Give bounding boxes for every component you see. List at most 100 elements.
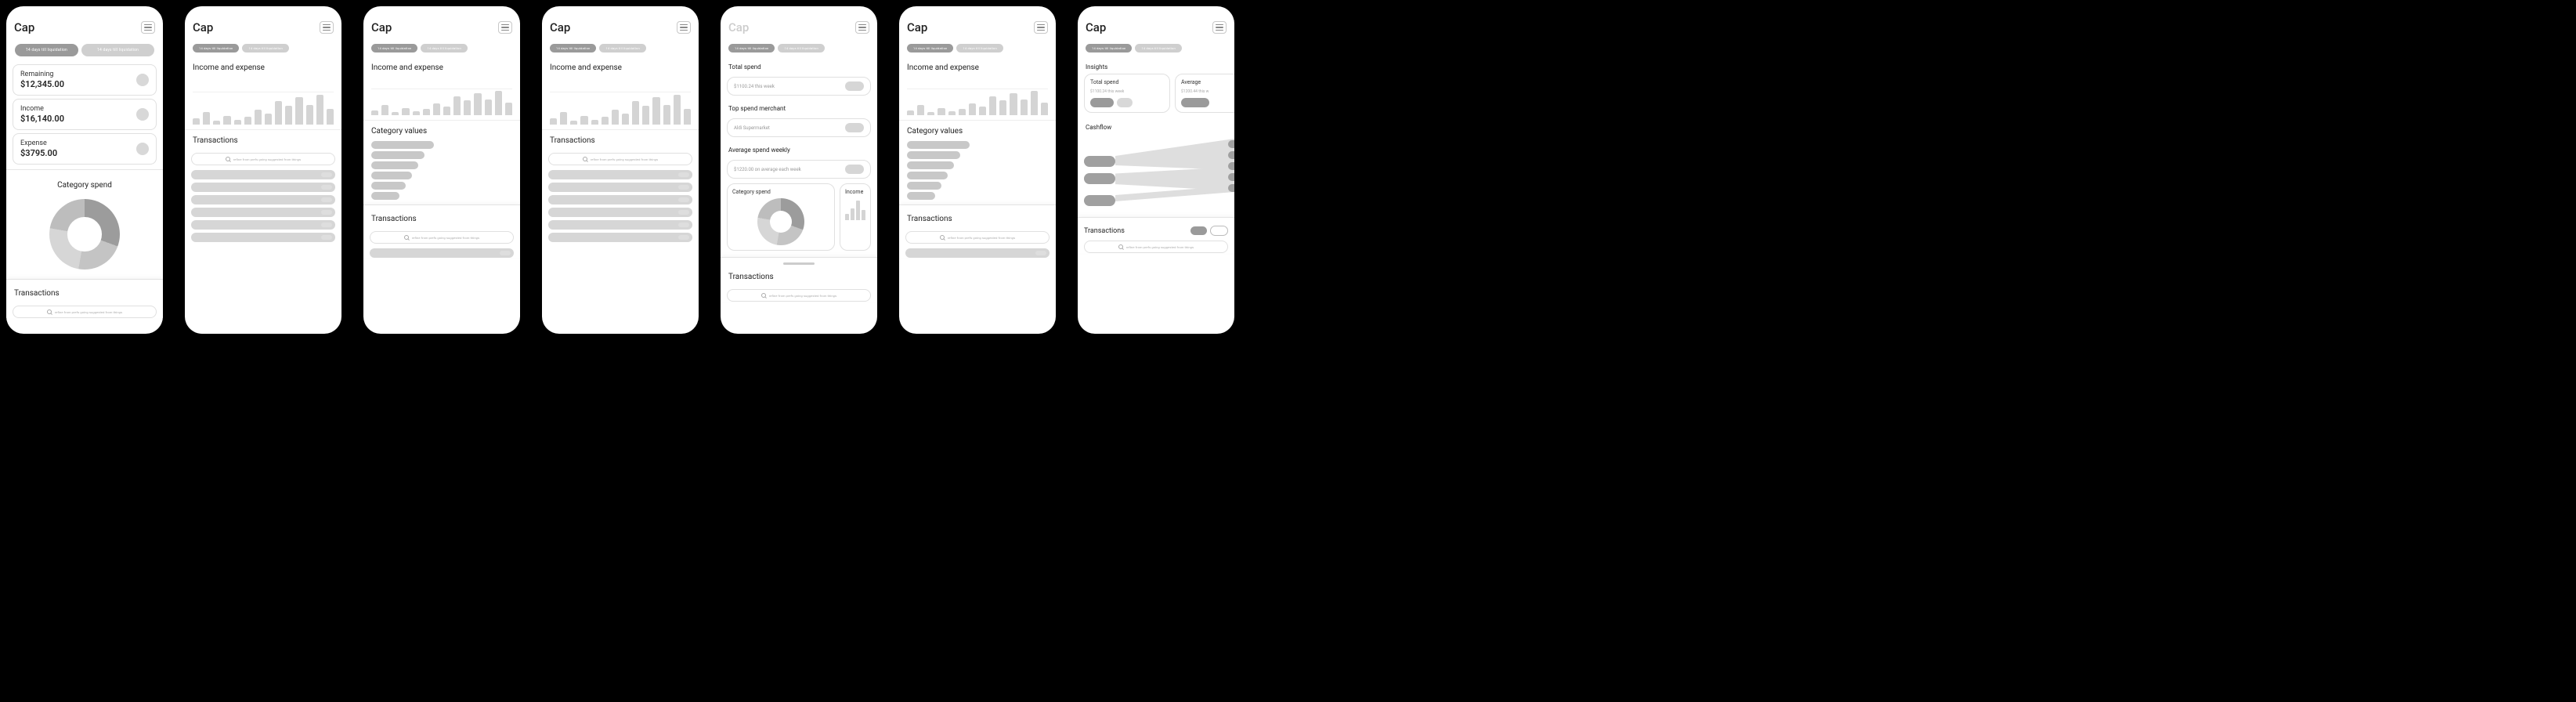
insight-chip[interactable] (1117, 98, 1133, 107)
tab-row: 14 days till liquidation 14 days till li… (1078, 39, 1234, 57)
tab-a[interactable]: 14 days till liquidation (907, 44, 953, 52)
menu-icon[interactable] (141, 21, 155, 34)
row-action-chip[interactable] (845, 123, 864, 132)
transaction-row[interactable] (548, 220, 692, 230)
category-bar[interactable] (907, 151, 960, 159)
search-placeholder: refine from prefs going suggested from t… (1126, 245, 1194, 249)
insight-cards[interactable]: Total spend $1100.24 this week Average $… (1078, 74, 1234, 113)
summary-card-income[interactable]: Income $16,140.00 (13, 99, 157, 130)
transaction-row[interactable] (905, 248, 1050, 258)
category-bar[interactable] (907, 161, 954, 169)
menu-icon[interactable] (855, 21, 869, 34)
bar-chart[interactable] (363, 75, 520, 121)
card-label: Income (20, 105, 64, 113)
category-bar[interactable] (371, 151, 425, 159)
category-bar[interactable] (371, 182, 406, 190)
row-value: Aldi Supermarket (734, 125, 770, 131)
search-input[interactable]: refine from prefs going suggested from t… (13, 306, 157, 318)
menu-icon[interactable] (677, 21, 691, 34)
header: Cap (6, 6, 163, 39)
tab-a[interactable]: 14 days till liquidation (1086, 44, 1132, 52)
transaction-row[interactable] (370, 248, 514, 258)
insight-card-average[interactable]: Average $1200.44 this w (1175, 74, 1234, 113)
toggle-pill-on[interactable] (1190, 226, 1207, 235)
panel-category-spend[interactable]: Category spend (727, 183, 835, 251)
header: Cap (363, 6, 520, 39)
bar-chart[interactable] (542, 75, 699, 130)
row-action-chip[interactable] (845, 165, 864, 174)
category-bar[interactable] (371, 141, 434, 149)
category-bar[interactable] (907, 172, 948, 179)
search-input[interactable]: refine from prefs going suggested from t… (548, 153, 692, 165)
insight-chip[interactable] (1090, 98, 1114, 107)
tab-b[interactable]: 14 days till liquidation (599, 44, 645, 52)
transactions-title: Transactions (1084, 227, 1187, 235)
sankey-dest (1228, 162, 1234, 170)
sankey-dest (1228, 151, 1234, 159)
search-input[interactable]: refine from prefs going suggested from t… (905, 231, 1050, 244)
category-bar[interactable] (371, 192, 399, 200)
sankey-chart[interactable] (1084, 139, 1234, 209)
tab-b[interactable]: 14 days till liquidation (81, 44, 154, 56)
transaction-row[interactable] (191, 220, 335, 230)
transaction-row[interactable] (191, 195, 335, 204)
bar-chart[interactable] (899, 75, 1056, 121)
transactions-title: Transactions (721, 266, 877, 284)
panel-income[interactable]: Income (840, 183, 871, 251)
row-action-chip[interactable] (845, 81, 864, 91)
search-input[interactable]: refine from prefs going suggested from t… (370, 231, 514, 244)
sankey-source (1084, 173, 1115, 184)
category-bar[interactable] (371, 161, 418, 169)
sankey-dest (1228, 184, 1234, 192)
menu-icon[interactable] (1212, 21, 1227, 34)
sheet-handle[interactable] (783, 262, 815, 265)
insight-card-total[interactable]: Total spend $1100.24 this week (1084, 74, 1170, 113)
insight-row-merchant[interactable]: Aldi Supermarket (727, 118, 871, 137)
transaction-row[interactable] (191, 170, 335, 179)
tab-row: 14 days till liquidation 14 days till li… (899, 39, 1056, 57)
transaction-row[interactable] (548, 195, 692, 204)
tab-b[interactable]: 14 days till liquidation (956, 44, 1003, 52)
category-bar[interactable] (907, 192, 935, 200)
category-bar[interactable] (371, 172, 412, 179)
tab-a[interactable]: 14 days till liquidation (371, 44, 417, 52)
transaction-row[interactable] (548, 233, 692, 242)
menu-icon[interactable] (1034, 21, 1048, 34)
tab-b[interactable]: 14 days till liquidation (242, 44, 288, 52)
category-bar[interactable] (907, 182, 941, 190)
tab-b[interactable]: 14 days till liquidation (421, 44, 467, 52)
tab-b[interactable]: 14 days till liquidation (778, 44, 824, 52)
tab-a[interactable]: 14 days till liquidation (728, 44, 775, 52)
bar-chart[interactable] (185, 75, 341, 130)
search-input[interactable]: refine from prefs going suggested from t… (191, 153, 335, 165)
search-input[interactable]: refine from prefs going suggested from t… (727, 289, 871, 302)
transaction-row[interactable] (548, 170, 692, 179)
transaction-row[interactable] (191, 208, 335, 217)
insight-chip[interactable] (1181, 98, 1209, 107)
transaction-row[interactable] (191, 183, 335, 192)
search-placeholder: refine from prefs going suggested from t… (55, 310, 122, 314)
menu-icon[interactable] (498, 21, 512, 34)
toggle-pill-off[interactable] (1210, 226, 1228, 236)
card-indicator-icon (136, 143, 149, 155)
tab-a[interactable]: 14 days till liquidation (193, 44, 239, 52)
summary-card-remaining[interactable]: Remaining $12,345.00 (13, 64, 157, 96)
insight-row-average[interactable]: $1220.00 on average each week (727, 160, 871, 179)
tab-row: 14 days till liquidation 14 days till li… (185, 39, 341, 57)
transaction-row[interactable] (191, 233, 335, 242)
sankey-source (1084, 156, 1115, 167)
tab-b[interactable]: 14 days till liquidation (1135, 44, 1181, 52)
tab-a[interactable]: 14 days till liquidation (15, 44, 78, 56)
screen-insights-list: Cap 14 days till liquidation 14 days til… (721, 6, 877, 334)
summary-card-expense[interactable]: Expense $3795.00 (13, 133, 157, 165)
transaction-row[interactable] (548, 183, 692, 192)
sankey-dest (1228, 173, 1234, 181)
tab-a[interactable]: 14 days till liquidation (550, 44, 596, 52)
transaction-row[interactable] (548, 208, 692, 217)
insight-row-total[interactable]: $1100.24 this week (727, 77, 871, 96)
header: Cap (721, 6, 877, 39)
donut-chart[interactable] (49, 199, 120, 270)
search-input[interactable]: refine from prefs going suggested from t… (1084, 241, 1228, 253)
menu-icon[interactable] (320, 21, 334, 34)
category-bar[interactable] (907, 141, 970, 149)
